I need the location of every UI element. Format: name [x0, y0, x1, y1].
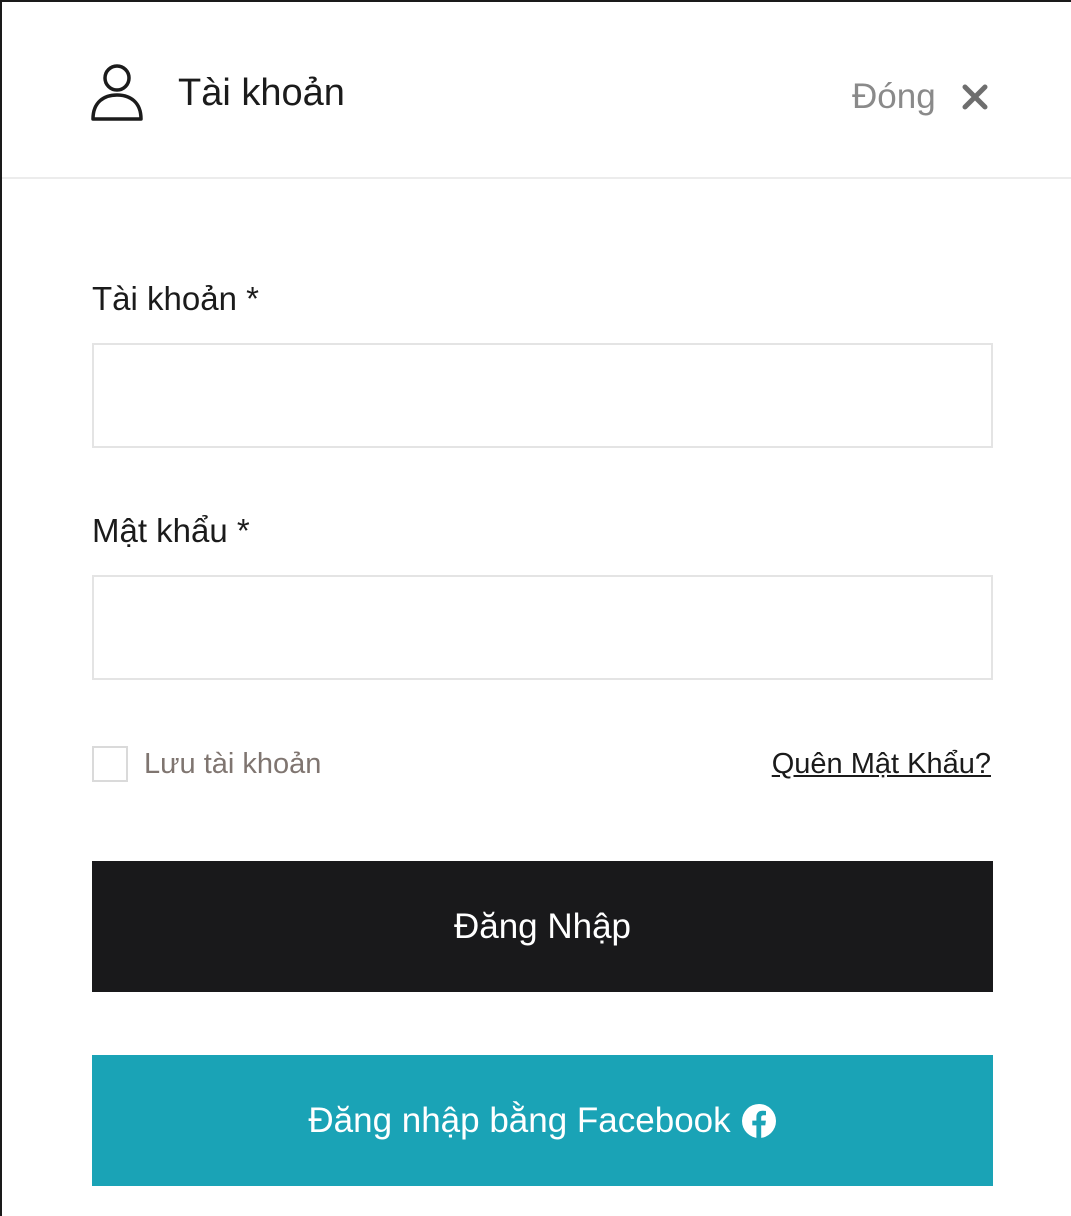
close-icon [962, 84, 988, 110]
login-button[interactable]: Đăng Nhập [92, 861, 993, 992]
username-input[interactable] [92, 343, 993, 448]
panel-title: Tài khoản [178, 72, 345, 114]
close-label: Đóng [852, 77, 936, 116]
password-input[interactable] [92, 575, 993, 680]
remember-checkbox[interactable] [92, 746, 128, 782]
account-panel: Tài khoản Đóng Tài khoản * Mật khẩu * Lư… [0, 0, 1071, 1216]
username-label: Tài khoản * [92, 280, 259, 317]
facebook-icon [741, 1103, 776, 1138]
facebook-login-button[interactable]: Đăng nhập bằng Facebook [92, 1055, 993, 1186]
login-button-label: Đăng Nhập [453, 906, 632, 946]
password-label: Mật khẩu * [92, 512, 250, 549]
close-button[interactable]: Đóng [852, 74, 988, 120]
panel-header: Tài khoản Đóng [2, 2, 1071, 179]
user-icon [91, 64, 143, 121]
remember-account[interactable]: Lưu tài khoản [92, 744, 321, 784]
facebook-login-label: Đăng nhập bằng Facebook [308, 1100, 731, 1140]
forgot-password-link[interactable]: Quên Mật Khẩu? [772, 744, 991, 784]
remember-label: Lưu tài khoản [144, 748, 322, 780]
